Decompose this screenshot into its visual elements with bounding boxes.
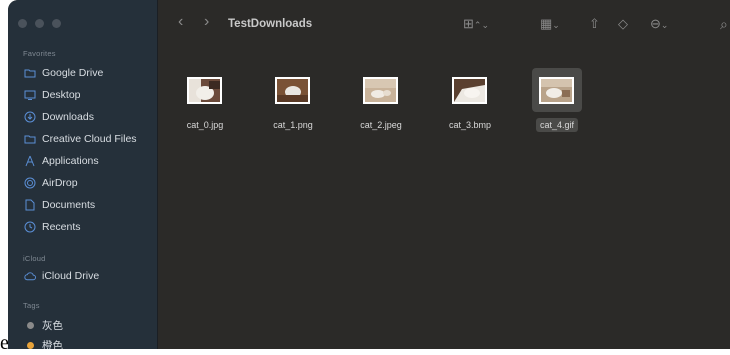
sidebar-item-label: Google Drive — [42, 67, 104, 79]
icloud-section-label: iCloud — [23, 254, 46, 263]
clock-icon — [24, 221, 36, 233]
image-thumbnail — [275, 77, 310, 104]
thumbnail-frame — [532, 68, 582, 112]
image-thumbnail — [452, 77, 487, 104]
sidebar-item-label: Creative Cloud Files — [42, 133, 137, 145]
file-item[interactable]: cat_3.bmp — [436, 68, 504, 146]
file-name: cat_0.jpg — [186, 120, 224, 130]
grid-view-icon: ⊞ — [463, 16, 474, 31]
minimize-window-button[interactable] — [35, 19, 44, 28]
zoom-window-button[interactable] — [52, 19, 61, 28]
image-thumbnail — [187, 77, 222, 104]
cloud-icon — [24, 270, 36, 282]
forward-button[interactable]: › — [204, 14, 209, 30]
tag-dot-icon — [27, 321, 34, 329]
file-name: cat_1.png — [273, 120, 313, 130]
thumbnail-frame — [268, 68, 318, 112]
more-actions-button[interactable]: ⊖⌄ — [650, 16, 668, 33]
sidebar-item-label: Downloads — [42, 111, 94, 123]
applications-icon — [24, 155, 36, 167]
sidebar-item-applications[interactable]: Applications — [24, 152, 99, 170]
view-mode-button[interactable]: ⊞⌃⌄ — [463, 16, 489, 33]
share-button[interactable]: ⇧ — [589, 16, 600, 32]
thumbnail-frame — [445, 68, 495, 112]
thumbnail-frame — [180, 68, 230, 112]
tag-button[interactable]: ◇ — [618, 16, 628, 32]
sidebar-item-label: Recents — [42, 221, 81, 233]
image-thumbnail — [539, 77, 574, 104]
window-controls — [18, 19, 61, 28]
chevron-up-down-icon: ⌃⌄ — [473, 20, 489, 30]
sidebar-item-recents[interactable]: Recents — [24, 218, 81, 236]
sidebar-tag-orange[interactable]: 橙色 — [24, 336, 63, 349]
file-name-wrap: cat_0.jpg — [171, 120, 239, 130]
downloads-icon — [24, 111, 36, 123]
image-thumbnail — [363, 77, 398, 104]
folder-icon — [24, 133, 36, 145]
file-item[interactable]: cat_0.jpg — [171, 68, 239, 146]
sidebar-item-creative-cloud-files[interactable]: Creative Cloud Files — [24, 130, 137, 148]
file-name-wrap: cat_4.gif — [523, 118, 591, 132]
sidebar-item-label: 橙色 — [42, 339, 63, 350]
close-window-button[interactable] — [18, 19, 27, 28]
chevron-down-icon: ⌄ — [660, 20, 669, 30]
back-button[interactable]: ‹ — [178, 14, 183, 30]
sidebar-item-google-drive[interactable]: Google Drive — [24, 64, 103, 82]
tag-dot-icon — [27, 341, 34, 349]
airdrop-icon — [24, 177, 36, 189]
sidebar: Favorites Google Drive Desktop Downloads… — [8, 0, 158, 349]
sidebar-item-label: Documents — [42, 199, 96, 211]
sidebar-item-label: 灰色 — [42, 319, 63, 332]
sidebar-item-label: AirDrop — [42, 177, 78, 189]
file-item-selected[interactable]: cat_4.gif — [523, 68, 591, 146]
chevron-down-icon: ⌄ — [552, 20, 560, 30]
sidebar-item-airdrop[interactable]: AirDrop — [24, 174, 78, 192]
tags-section-label: Tags — [23, 301, 40, 310]
window-title: TestDownloads — [228, 18, 313, 30]
file-name-wrap: cat_3.bmp — [436, 120, 504, 130]
search-button[interactable]: ⌕ — [720, 16, 728, 32]
file-name-wrap: cat_1.png — [259, 120, 327, 130]
file-name-wrap: cat_2.jpeg — [347, 120, 415, 130]
file-item[interactable]: cat_1.png — [259, 68, 327, 146]
sidebar-item-documents[interactable]: Documents — [24, 196, 95, 214]
file-item[interactable]: cat_2.jpeg — [347, 68, 415, 146]
ellipsis-circle-icon: ⊖ — [650, 16, 661, 31]
toolbar: ‹ › TestDownloads ⊞⌃⌄ ▦⌄ ⇧ ◇ ⊖⌄ ⌕ — [158, 0, 730, 48]
file-name: cat_3.bmp — [448, 120, 492, 130]
share-icon: ⇧ — [589, 16, 600, 31]
tag-icon: ◇ — [618, 16, 628, 31]
file-name: cat_4.gif — [535, 118, 579, 132]
sidebar-item-label: Desktop — [42, 89, 81, 101]
sidebar-item-icloud-drive[interactable]: iCloud Drive — [24, 267, 99, 285]
sidebar-tag-gray[interactable]: 灰色 — [24, 316, 63, 334]
sidebar-item-downloads[interactable]: Downloads — [24, 108, 94, 126]
file-grid: cat_0.jpg cat_1.png cat_2.jpeg cat_3.bmp… — [158, 48, 730, 349]
file-name: cat_2.jpeg — [360, 120, 402, 130]
sidebar-item-label: Applications — [42, 155, 99, 167]
finder-window: Favorites Google Drive Desktop Downloads… — [8, 0, 730, 349]
desktop-icon — [24, 89, 36, 101]
group-icon: ▦ — [540, 16, 553, 31]
thumbnail-frame — [356, 68, 406, 112]
group-button[interactable]: ▦⌄ — [540, 16, 560, 33]
search-icon: ⌕ — [720, 16, 728, 32]
folder-icon — [24, 67, 36, 79]
favorites-section-label: Favorites — [23, 49, 56, 58]
sidebar-item-desktop[interactable]: Desktop — [24, 86, 81, 104]
sidebar-item-label: iCloud Drive — [42, 270, 100, 282]
document-icon — [24, 199, 36, 211]
